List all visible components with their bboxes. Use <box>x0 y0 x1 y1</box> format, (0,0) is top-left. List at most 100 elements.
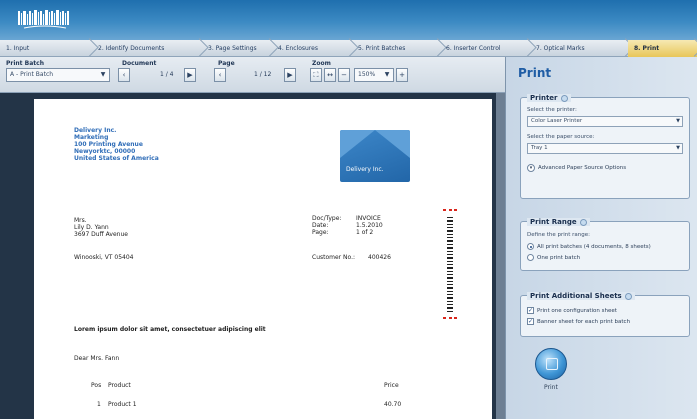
printer-heading: Printer <box>527 94 571 102</box>
printer-select[interactable]: Color Laser Printer ▼ <box>527 116 683 127</box>
meta-key: Page: <box>312 229 329 236</box>
step-page-settings[interactable]: 3. Page Settings <box>202 40 272 57</box>
recipient-line: 3697 Duff Avenue <box>74 231 128 238</box>
radio-selected-icon <box>527 243 534 250</box>
chevron-left-icon: ‹ <box>218 71 222 79</box>
expand-icon: ▾ <box>527 164 535 172</box>
zoom-out-button[interactable]: − <box>338 68 350 82</box>
document-subject: Lorem ipsum dolor sit amet, consectetuer… <box>74 326 266 333</box>
document-meta: Doc/Type: INVOICE Date: 1.5.2010 Page: 1… <box>312 215 383 236</box>
previous-document-button[interactable]: ‹ <box>118 68 130 82</box>
wizard-steps: 1. Input 2. Identify Documents 3. Page S… <box>0 40 697 57</box>
page-counter: 1 / 12 <box>254 71 272 78</box>
zoom-in-icon: + <box>399 71 405 79</box>
preview-scrollbar[interactable] <box>496 93 505 419</box>
config-sheet-option[interactable]: ✓ Print one configuration sheet <box>527 307 617 314</box>
printer-value: Color Laser Printer <box>531 118 583 124</box>
fit-width-button[interactable]: ↔ <box>324 68 336 82</box>
step-inserter-control[interactable]: 6. Inserter Control <box>440 40 530 57</box>
chevron-right-icon: ▶ <box>287 71 293 79</box>
print-range-section: Print Range Define the print range: All … <box>520 218 690 271</box>
print-range-heading-text: Print Range <box>530 218 577 226</box>
zoom-in-button[interactable]: + <box>396 68 408 82</box>
document-toolbar: Print Batch A - Print Batch ▼ Document ‹… <box>0 57 505 93</box>
table-header-price: Price <box>384 382 399 389</box>
sender-line: Marketing <box>74 134 109 141</box>
envelope-logo: Delivery Inc. <box>340 130 410 182</box>
previous-page-button[interactable]: ‹ <box>214 68 226 82</box>
printer-section: Printer Select the printer: Color Laser … <box>520 94 690 199</box>
table-cell-price: 40.70 <box>384 401 402 408</box>
recipient-address: Mrs. Lily D. Yann 3697 Duff Avenue <box>74 217 128 238</box>
range-option-one[interactable]: One print batch <box>527 254 580 261</box>
select-printer-label: Select the printer: <box>527 107 577 113</box>
zoom-value: 150% <box>358 71 376 78</box>
range-option-one-label: One print batch <box>537 254 581 261</box>
step-print-batches[interactable]: 5. Print Batches <box>352 40 440 57</box>
zoom-select[interactable]: 150% ▼ <box>354 68 394 82</box>
fit-page-button[interactable]: ⛶ <box>310 68 322 82</box>
zoom-out-icon: − <box>341 71 347 79</box>
table-cell-pos: 1 <box>97 401 101 408</box>
advanced-label: Advanced Paper Source Options <box>538 165 627 171</box>
next-document-button[interactable]: ▶ <box>184 68 196 82</box>
help-icon[interactable] <box>624 292 632 300</box>
step-identify-documents[interactable]: 2. Identify Documents <box>92 40 202 57</box>
customer-number-value: 400426 <box>368 254 391 261</box>
recipient-line: Mrs. <box>74 217 87 224</box>
document-counter: 1 / 4 <box>160 71 174 78</box>
print-batch-value: A - Print Batch <box>10 71 54 78</box>
sender-line: 100 Printing Avenue <box>74 141 143 148</box>
chevron-down-icon: ▼ <box>676 145 680 151</box>
sender-address: Delivery Inc. Marketing 100 Printing Ave… <box>74 127 159 162</box>
step-input[interactable]: 1. Input <box>0 40 92 57</box>
paper-source-select[interactable]: Tray 1 ▼ <box>527 143 683 154</box>
step-print[interactable]: 8. Print <box>628 40 697 57</box>
customer-number-label: Customer No.: <box>312 254 356 261</box>
recipient-city: Winooski, VT 05404 <box>74 254 134 261</box>
panel-title: Print <box>518 66 552 80</box>
meta-row: Page: 1 of 2 <box>312 229 383 236</box>
document-page: Delivery Inc. Marketing 100 Printing Ave… <box>34 99 492 419</box>
print-settings-panel: Print Printer Select the printer: Color … <box>505 57 697 419</box>
table-header-pos: Pos <box>91 382 102 389</box>
logo-text: Delivery Inc. <box>346 166 384 173</box>
print-range-heading: Print Range <box>527 218 590 226</box>
printer-heading-text: Printer <box>530 94 558 102</box>
meta-value: 1.5.2010 <box>356 222 383 229</box>
print-batch-select[interactable]: A - Print Batch ▼ <box>6 68 110 82</box>
advanced-paper-source-toggle[interactable]: ▾ Advanced Paper Source Options <box>527 164 626 172</box>
additional-sheets-heading-text: Print Additional Sheets <box>530 292 622 300</box>
help-icon[interactable] <box>560 94 568 102</box>
radio-icon <box>527 254 534 261</box>
checkbox-checked-icon: ✓ <box>527 318 534 325</box>
range-option-all-label: All print batches (4 documents, 8 sheets… <box>537 243 651 250</box>
fit-width-icon: ↔ <box>327 71 333 79</box>
chevron-down-icon: ▼ <box>384 71 390 78</box>
range-option-all[interactable]: All print batches (4 documents, 8 sheets… <box>527 243 651 250</box>
checkbox-checked-icon: ✓ <box>527 307 534 314</box>
sender-line: Newyorktc, 00000 <box>74 148 136 155</box>
define-range-label: Define the print range: <box>527 232 590 238</box>
print-button-label: Print <box>544 384 558 391</box>
meta-key: Doc/Type: <box>312 215 342 222</box>
omr-barcode-icon <box>443 209 457 319</box>
document-preview[interactable]: Delivery Inc. Marketing 100 Printing Ave… <box>0 93 505 419</box>
help-icon[interactable] <box>579 218 587 226</box>
chevron-down-icon: ▼ <box>676 118 680 124</box>
app-header <box>0 0 697 40</box>
meta-row: Date: 1.5.2010 <box>312 222 383 229</box>
meta-value: 1 of 2 <box>356 229 374 236</box>
next-page-button[interactable]: ▶ <box>284 68 296 82</box>
meta-key: Date: <box>312 222 329 229</box>
barcode-logo-icon <box>18 10 69 29</box>
chevron-right-icon: ▶ <box>187 71 193 79</box>
table-cell-product: Product 1 <box>108 401 137 408</box>
envelope-flap <box>340 130 375 158</box>
step-optical-marks[interactable]: 7. Optical Marks <box>530 40 628 57</box>
step-enclosures[interactable]: 4. Enclosures <box>272 40 352 57</box>
customer-number: Customer No.: 400426 <box>312 254 391 261</box>
table-header-product: Product <box>108 382 131 389</box>
banner-sheet-option[interactable]: ✓ Banner sheet for each print batch <box>527 318 630 325</box>
print-button[interactable] <box>535 348 567 380</box>
